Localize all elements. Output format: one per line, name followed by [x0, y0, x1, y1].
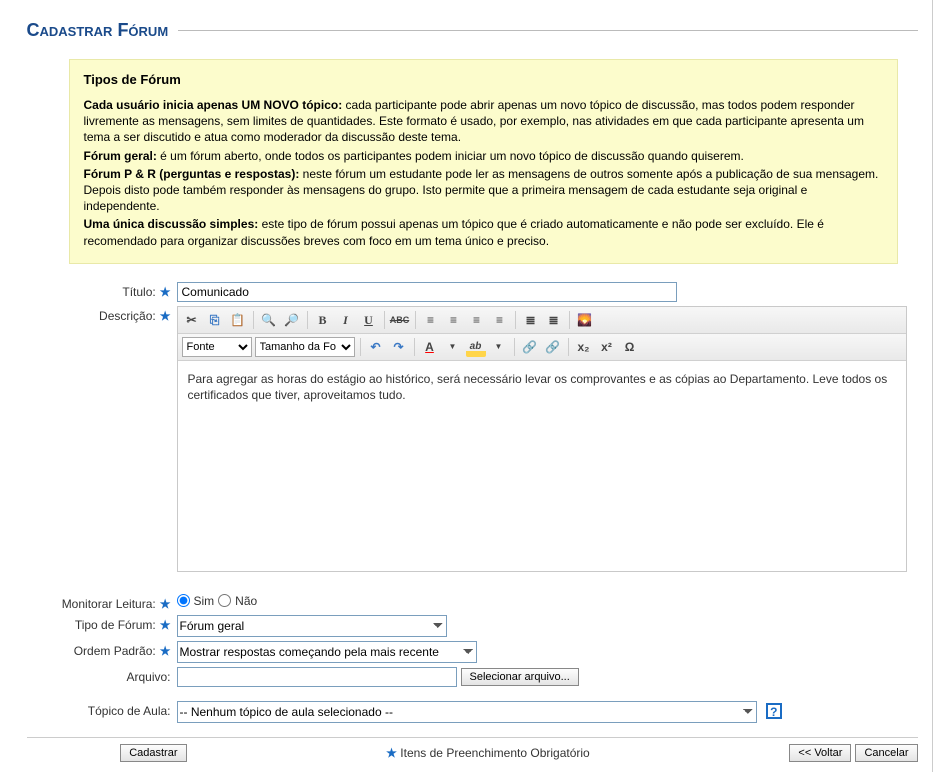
- undo-icon[interactable]: ↶: [366, 337, 386, 357]
- cut-icon[interactable]: ✂: [182, 310, 202, 330]
- underline-button[interactable]: U: [359, 310, 379, 330]
- arquivo-input[interactable]: [177, 667, 457, 687]
- label-tipo: Tipo de Fórum:★: [27, 615, 177, 637]
- symbol-button[interactable]: Ω: [620, 337, 640, 357]
- cancelar-button[interactable]: Cancelar: [855, 744, 917, 762]
- find-icon[interactable]: 🔍: [259, 310, 279, 330]
- separator: [414, 338, 415, 356]
- align-center-icon[interactable]: ≡: [444, 310, 464, 330]
- info-p2-text: é um fórum aberto, onde todos os partici…: [157, 149, 744, 163]
- align-justify-icon[interactable]: ≡: [490, 310, 510, 330]
- italic-button[interactable]: I: [336, 310, 356, 330]
- footer-msg: Itens de Preenchimento Obrigatório: [400, 746, 589, 760]
- label-arquivo: Arquivo:: [27, 667, 177, 687]
- cadastrar-button[interactable]: Cadastrar: [120, 744, 186, 762]
- replace-icon[interactable]: 🔎: [282, 310, 302, 330]
- page-title: Cadastrar Fórum: [27, 10, 918, 43]
- info-p1: Cada usuário inicia apenas UM NOVO tópic…: [84, 97, 883, 146]
- font-family-select[interactable]: Fonte: [182, 337, 252, 357]
- required-star: ★: [160, 644, 171, 658]
- separator: [568, 338, 569, 356]
- title-divider: [178, 30, 917, 31]
- list-bullet-icon[interactable]: ≣: [544, 310, 564, 330]
- ordem-select[interactable]: Mostrar respostas começando pela mais re…: [177, 641, 477, 663]
- monitorar-sim-label: Sim: [194, 594, 215, 608]
- separator: [384, 311, 385, 329]
- voltar-button[interactable]: << Voltar: [789, 744, 851, 762]
- required-star: ★: [386, 746, 397, 760]
- required-star: ★: [160, 597, 171, 611]
- text-color-icon[interactable]: A: [420, 337, 440, 357]
- tipo-forum-select[interactable]: Fórum geral: [177, 615, 447, 637]
- strike-button[interactable]: ABC: [390, 310, 410, 330]
- separator: [360, 338, 361, 356]
- dropdown-icon[interactable]: ▼: [489, 337, 509, 357]
- required-star: ★: [160, 618, 171, 632]
- info-p2: Fórum geral: é um fórum aberto, onde tod…: [84, 148, 883, 164]
- separator: [307, 311, 308, 329]
- separator: [415, 311, 416, 329]
- info-p4-bold: Uma única discussão simples:: [84, 217, 259, 231]
- editor-toolbar-1: ✂ ⎘ 📋 🔍 🔎 B I U ABC ≡ ≡ ≡ ≡: [178, 307, 906, 334]
- info-heading: Tipos de Fórum: [84, 72, 883, 87]
- rich-text-editor: ✂ ⎘ 📋 🔍 🔎 B I U ABC ≡ ≡ ≡ ≡: [177, 306, 907, 572]
- bg-color-icon[interactable]: ab: [466, 337, 486, 357]
- info-p1-bold: Cada usuário inicia apenas UM NOVO tópic…: [84, 98, 343, 112]
- forum-types-info: Tipos de Fórum Cada usuário inicia apena…: [69, 59, 898, 264]
- selecionar-arquivo-button[interactable]: Selecionar arquivo...: [461, 668, 579, 686]
- label-ordem: Ordem Padrão:★: [27, 641, 177, 663]
- unlink-icon[interactable]: 🔗: [543, 337, 563, 357]
- topico-aula-select[interactable]: -- Nenhum tópico de aula selecionado --: [177, 701, 757, 723]
- list-ordered-icon[interactable]: ≣: [521, 310, 541, 330]
- monitorar-nao-radio[interactable]: [218, 594, 231, 607]
- label-monitorar: Monitorar Leitura:★: [27, 594, 177, 611]
- copy-icon[interactable]: ⎘: [205, 310, 225, 330]
- info-p3: Fórum P & R (perguntas e respostas): nes…: [84, 166, 883, 215]
- redo-icon[interactable]: ↷: [389, 337, 409, 357]
- subscript-button[interactable]: x₂: [574, 337, 594, 357]
- font-size-select[interactable]: Tamanho da Fo: [255, 337, 355, 357]
- footer: Cadastrar ★ Itens de Preenchimento Obrig…: [27, 737, 918, 762]
- align-right-icon[interactable]: ≡: [467, 310, 487, 330]
- superscript-button[interactable]: x²: [597, 337, 617, 357]
- page-title-text: Cadastrar Fórum: [27, 20, 169, 41]
- image-icon[interactable]: 🌄: [575, 310, 595, 330]
- separator: [515, 311, 516, 329]
- separator: [253, 311, 254, 329]
- monitorar-sim-radio[interactable]: [177, 594, 190, 607]
- label-titulo: Título:★: [27, 282, 177, 302]
- monitorar-nao-label: Não: [235, 594, 257, 608]
- editor-toolbar-2: Fonte Tamanho da Fo ↶ ↷ A ▼ ab ▼ 🔗 🔗 x₂ …: [178, 334, 906, 361]
- dropdown-icon[interactable]: ▼: [443, 337, 463, 357]
- separator: [569, 311, 570, 329]
- link-icon[interactable]: 🔗: [520, 337, 540, 357]
- label-descricao: Descrição:★: [27, 306, 177, 572]
- titulo-input[interactable]: [177, 282, 677, 302]
- help-icon[interactable]: ?: [766, 703, 782, 719]
- info-p3-bold: Fórum P & R (perguntas e respostas):: [84, 167, 300, 181]
- editor-content[interactable]: Para agregar as horas do estágio ao hist…: [178, 361, 906, 571]
- align-left-icon[interactable]: ≡: [421, 310, 441, 330]
- label-topico: Tópico de Aula:: [27, 701, 177, 723]
- separator: [514, 338, 515, 356]
- info-p4: Uma única discussão simples: este tipo d…: [84, 216, 883, 248]
- page-wrapper: Cadastrar Fórum Tipos de Fórum Cada usuá…: [13, 0, 933, 772]
- paste-icon[interactable]: 📋: [228, 310, 248, 330]
- info-p2-bold: Fórum geral:: [84, 149, 157, 163]
- bold-button[interactable]: B: [313, 310, 333, 330]
- required-star: ★: [160, 285, 171, 299]
- required-star: ★: [160, 309, 171, 323]
